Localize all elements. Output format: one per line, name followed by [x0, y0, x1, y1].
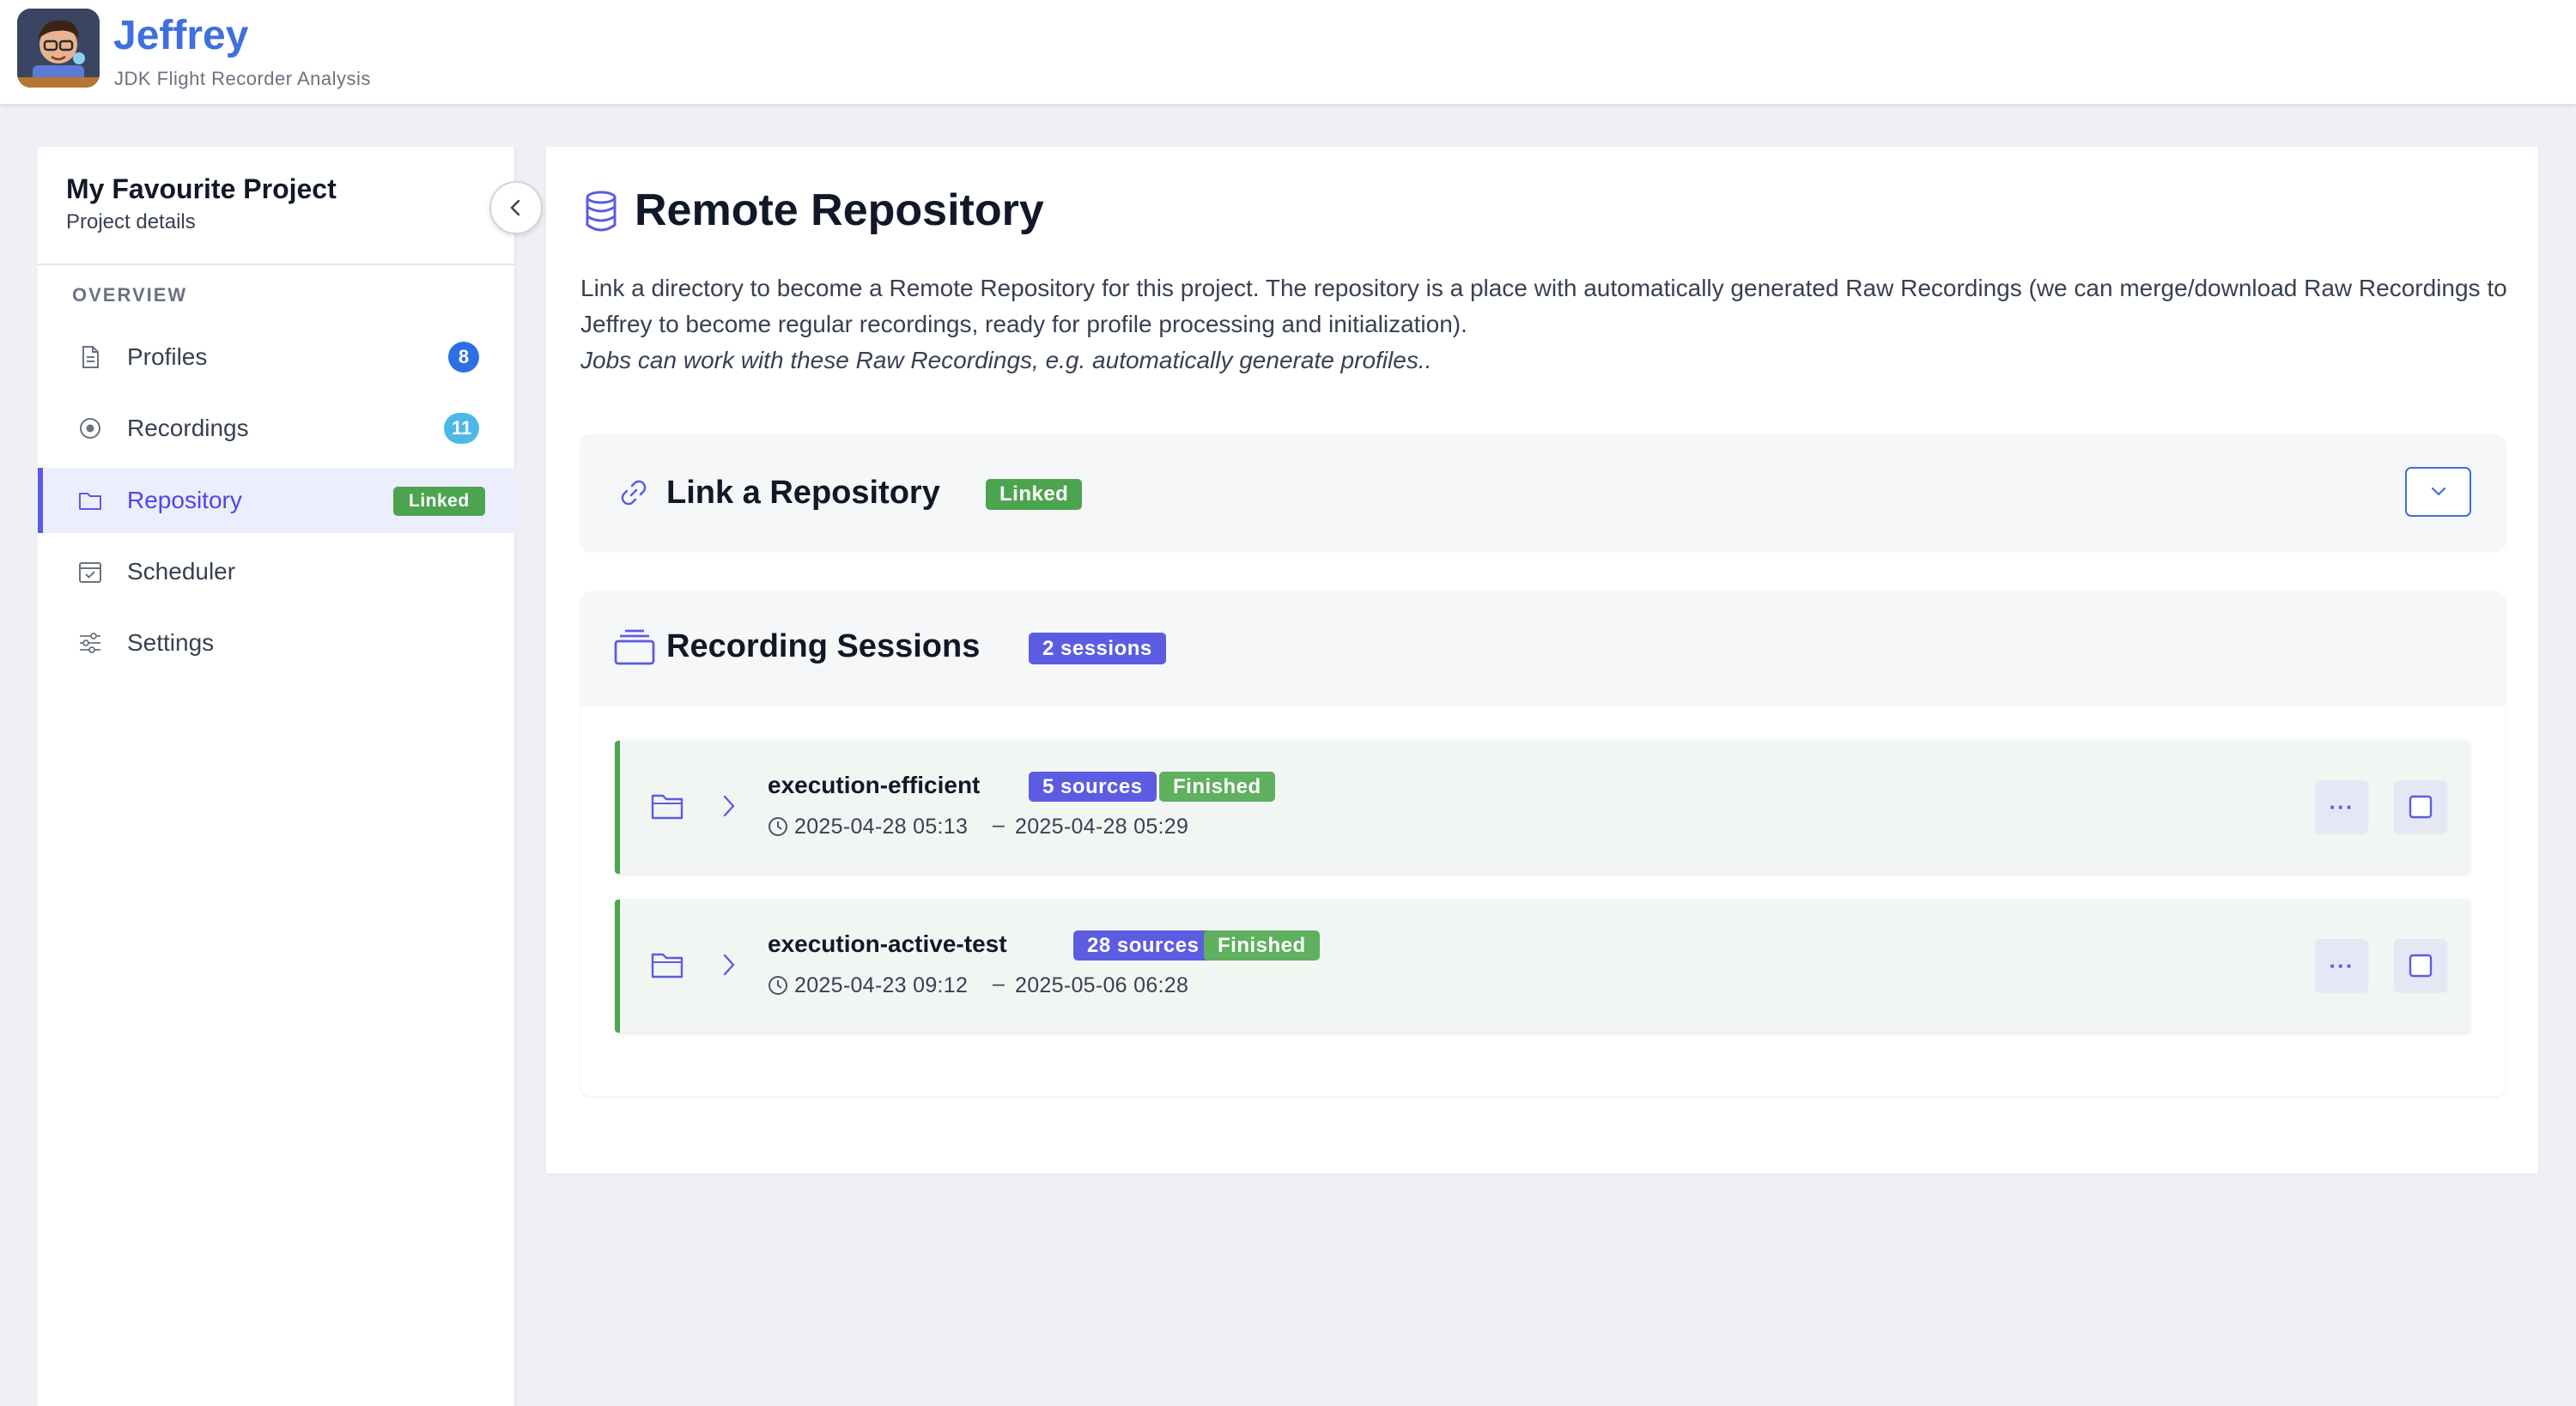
sidebar-item-label: Profiles	[127, 343, 208, 370]
collapse-sidebar-button[interactable]	[489, 181, 543, 234]
sessions-card-header: Recording Sessions 2 sessions	[580, 591, 2506, 706]
session-end-time: 2025-04-28 05:29	[1015, 815, 1189, 839]
session-start-time: 2025-04-28 05:13	[794, 815, 969, 839]
more-options-button[interactable]: ···	[2315, 780, 2368, 833]
sidebar-item-repository[interactable]: Repository Linked	[38, 468, 516, 533]
session-name: execution-active-test	[768, 930, 1007, 957]
database-icon	[586, 191, 617, 232]
chevron-down-icon	[2431, 487, 2445, 496]
calendar-check-icon	[79, 562, 101, 583]
more-icon: ···	[2329, 952, 2354, 979]
sidebar-item-label: Settings	[127, 629, 215, 656]
sidebar-item-settings[interactable]: Settings	[38, 610, 516, 676]
linked-status-badge: Linked	[986, 479, 1083, 510]
page-description: Link a directory to become a Remote Repo…	[580, 270, 2512, 379]
status-badge: Finished	[1159, 772, 1275, 802]
more-icon: ···	[2329, 793, 2354, 820]
recording-sessions-card: Recording Sessions 2 sessions execution-…	[580, 591, 2506, 1096]
section-label-overview: OVERVIEW	[72, 284, 188, 306]
sidebar-item-scheduler[interactable]: Scheduler	[38, 539, 516, 604]
project-header: My Favourite Project Project details	[38, 147, 516, 265]
sources-badge: 5 sources	[1029, 772, 1157, 802]
sessions-count-badge: 2 sessions	[1029, 633, 1166, 664]
select-session-checkbox[interactable]	[2394, 939, 2447, 992]
chevron-left-icon	[510, 199, 520, 216]
main-content: Remote Repository Link a directory to be…	[546, 147, 2538, 1173]
session-row[interactable]: execution-active-test 28 sources Finishe…	[615, 900, 2470, 1033]
link-icon	[621, 480, 647, 506]
description-text: Link a directory to become a Remote Repo…	[580, 275, 2507, 337]
folder-icon	[79, 493, 101, 510]
repository-linked-badge: Linked	[393, 487, 485, 516]
sidebar: My Favourite Project Project details OVE…	[38, 147, 543, 1406]
project-title: My Favourite Project	[66, 173, 337, 204]
description-note: Jobs can work with these Raw Recordings,…	[580, 347, 1432, 373]
sidebar-item-label: Scheduler	[127, 558, 236, 585]
select-session-checkbox[interactable]	[2394, 780, 2447, 833]
project-subtitle: Project details	[66, 210, 196, 233]
sources-badge: 28 sources	[1073, 930, 1213, 961]
time-range-separator: –	[993, 972, 1005, 996]
sidebar-item-profiles[interactable]: Profiles 8	[38, 324, 516, 390]
app-title: Jeffrey	[113, 13, 249, 58]
link-repository-card: Link a Repository Linked	[580, 434, 2506, 550]
sidebar-item-recordings[interactable]: Recordings 11	[38, 396, 516, 461]
session-start-time: 2025-04-23 09:12	[794, 973, 969, 997]
status-badge: Finished	[1204, 930, 1320, 961]
app-subtitle: JDK Flight Recorder Analysis	[114, 68, 371, 89]
layers-icon	[614, 629, 655, 665]
record-icon	[80, 418, 100, 439]
more-options-button[interactable]: ···	[2315, 939, 2368, 992]
recordings-count-badge: 11	[444, 413, 480, 444]
checkbox-icon	[2409, 795, 2433, 819]
time-range-separator: –	[993, 813, 1005, 837]
folder-icon	[651, 953, 683, 979]
app-header: Jeffrey JDK Flight Recorder Analysis	[0, 0, 2576, 104]
sliders-icon	[80, 633, 100, 653]
folder-icon	[651, 794, 683, 820]
session-row[interactable]: execution-efficient 5 sources Finished 2…	[615, 741, 2470, 874]
checkbox-icon	[2409, 954, 2433, 978]
session-name: execution-efficient	[768, 772, 981, 798]
clock-icon	[769, 817, 787, 836]
app-logo[interactable]	[17, 9, 100, 88]
profiles-count-badge: 8	[448, 342, 479, 373]
link-card-title: Link a Repository	[666, 475, 940, 511]
session-end-time: 2025-05-06 06:28	[1015, 973, 1189, 997]
file-icon	[82, 346, 99, 368]
chevron-right-icon[interactable]	[720, 951, 738, 979]
sidebar-item-label: Recordings	[127, 415, 249, 441]
page-title: Remote Repository	[635, 185, 1044, 235]
sessions-card-title: Recording Sessions	[666, 628, 981, 664]
chevron-right-icon[interactable]	[720, 792, 738, 820]
clock-icon	[769, 976, 787, 995]
expand-link-card-button[interactable]	[2405, 467, 2471, 517]
sidebar-item-label: Repository	[127, 487, 242, 513]
